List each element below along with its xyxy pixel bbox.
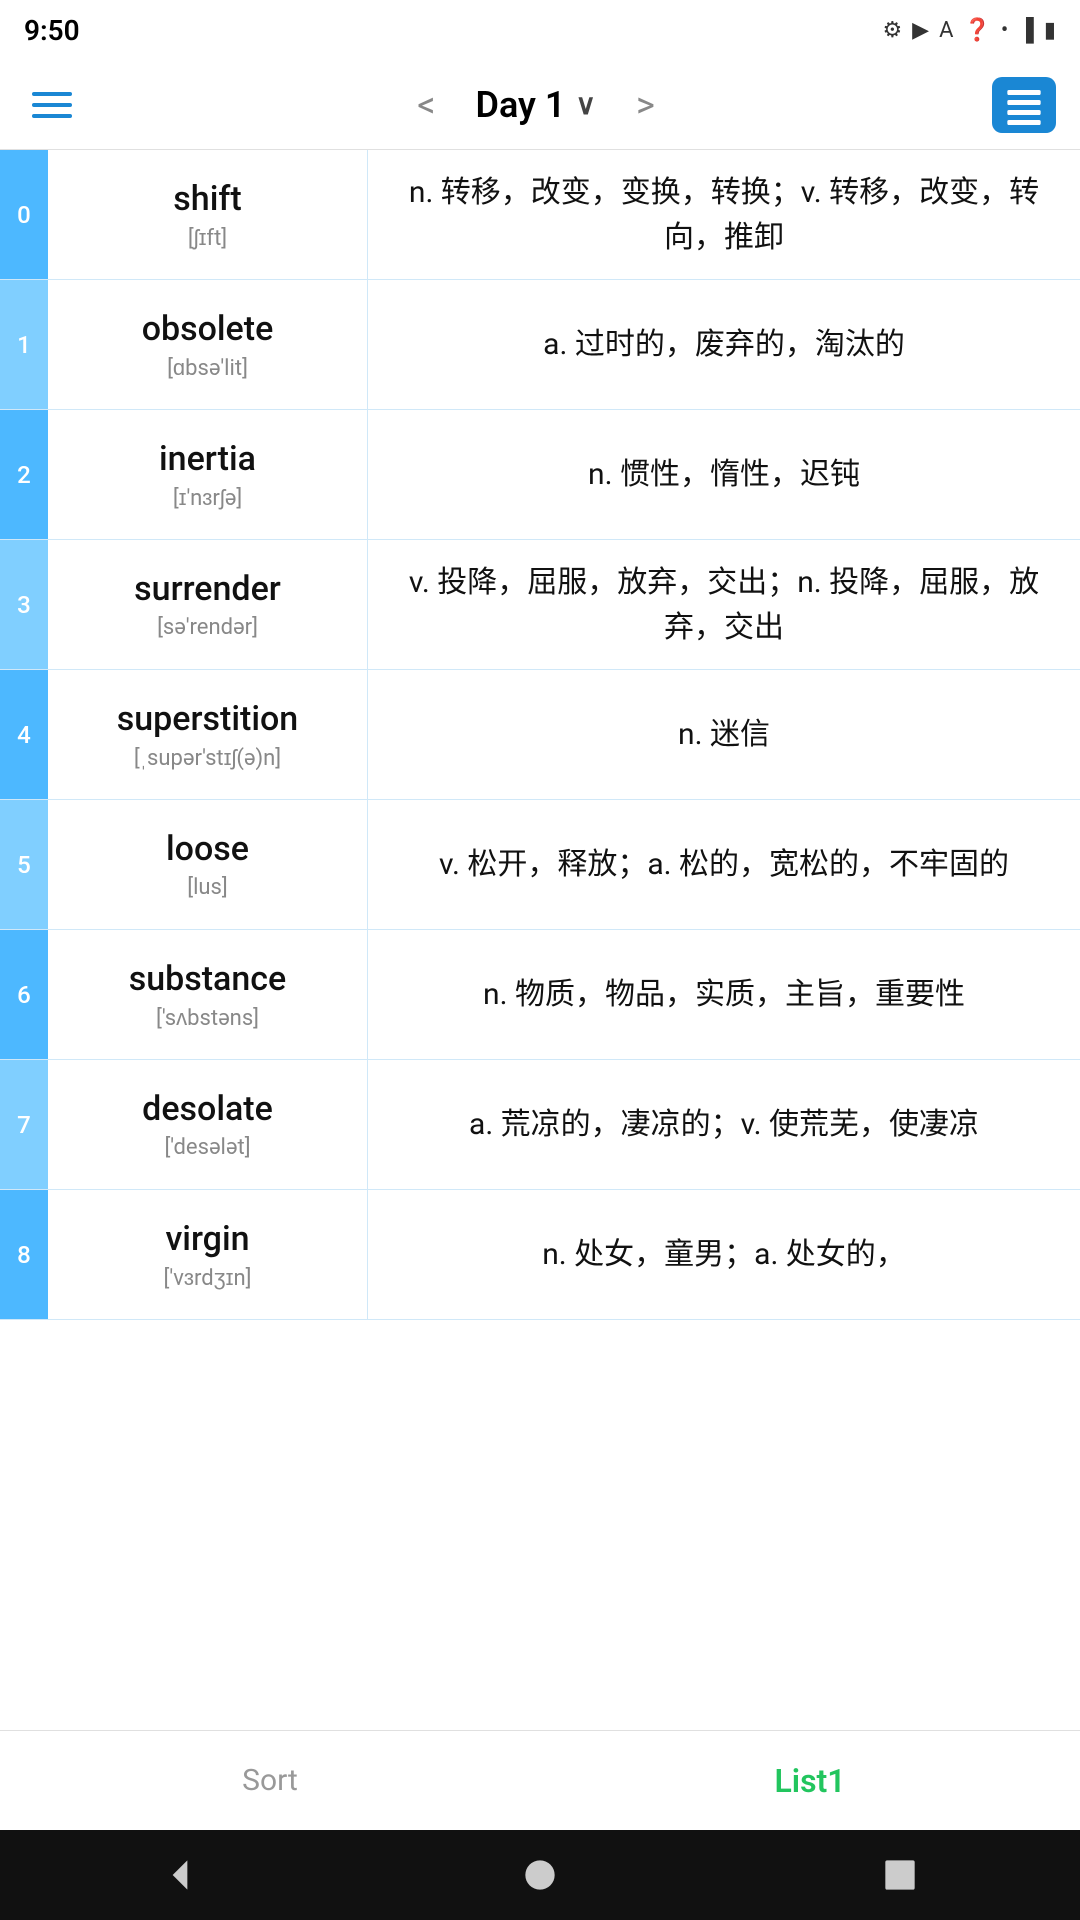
back-button[interactable] bbox=[158, 1853, 202, 1897]
table-row[interactable]: 3 surrender [sə'rendər] v. 投降，屈服，放弃，交出；n… bbox=[0, 540, 1080, 670]
table-row[interactable]: 6 substance ['sʌbstəns] n. 物质，物品，实质，主旨，重… bbox=[0, 930, 1080, 1060]
status-bar: 9:50 ⚙ ▶ A ❓ • ▐ ▮ bbox=[0, 0, 1080, 60]
word-phonetic: [lus] bbox=[187, 875, 228, 900]
table-row[interactable]: 2 inertia [ɪ'nɜrʃə] n. 惯性，惰性，迟钝 bbox=[0, 410, 1080, 540]
toolbar: < Day 1 ∨ > bbox=[0, 60, 1080, 150]
nav-bar bbox=[0, 1830, 1080, 1920]
list1-label: List1 bbox=[774, 1762, 845, 1800]
word-info: loose [lus] bbox=[48, 800, 368, 929]
word-info: substance ['sʌbstəns] bbox=[48, 930, 368, 1059]
home-button[interactable] bbox=[518, 1853, 562, 1897]
menu-button[interactable] bbox=[24, 84, 80, 126]
next-button[interactable]: > bbox=[626, 84, 665, 126]
status-time: 9:50 bbox=[24, 14, 80, 47]
word-index: 6 bbox=[0, 930, 48, 1059]
battery-icon: ▮ bbox=[1044, 18, 1056, 43]
word-definition: n. 转移，改变，变换，转换；v. 转移，改变，转向，推卸 bbox=[368, 150, 1080, 279]
recent-icon bbox=[878, 1853, 922, 1897]
word-info: surrender [sə'rendər] bbox=[48, 540, 368, 669]
word-index: 4 bbox=[0, 670, 48, 799]
word-english: superstition bbox=[117, 699, 298, 739]
word-phonetic: ['sʌbstəns] bbox=[156, 1005, 259, 1031]
word-english: desolate bbox=[142, 1089, 273, 1129]
word-index: 5 bbox=[0, 800, 48, 929]
word-phonetic: [sə'rendər] bbox=[157, 615, 258, 640]
word-definition: n. 物质，物品，实质，主旨，重要性 bbox=[368, 930, 1080, 1059]
dot-icon: • bbox=[1001, 18, 1008, 43]
tab-sort[interactable]: Sort bbox=[0, 1731, 540, 1830]
word-index: 8 bbox=[0, 1190, 48, 1319]
sort-label: Sort bbox=[242, 1763, 298, 1798]
signal-icon: ▐ bbox=[1018, 17, 1034, 43]
table-row[interactable]: 7 desolate ['desələt] a. 荒凉的，凄凉的；v. 使荒芜，… bbox=[0, 1060, 1080, 1190]
tab-list1[interactable]: List1 bbox=[540, 1731, 1080, 1830]
word-english: shift bbox=[173, 179, 241, 219]
word-info: virgin ['vɜrdʒɪn] bbox=[48, 1190, 368, 1319]
word-index: 0 bbox=[0, 150, 48, 279]
word-definition: v. 松开，释放；a. 松的，宽松的，不牢固的 bbox=[368, 800, 1080, 929]
word-index: 3 bbox=[0, 540, 48, 669]
menu-line-2 bbox=[32, 103, 72, 107]
table-row[interactable]: 4 superstition [ˌsupər'stɪʃ(ə)n] n. 迷信 bbox=[0, 670, 1080, 800]
word-index: 2 bbox=[0, 410, 48, 539]
word-english: inertia bbox=[159, 439, 256, 479]
word-definition: n. 迷信 bbox=[368, 670, 1080, 799]
word-english: surrender bbox=[134, 569, 281, 609]
recent-button[interactable] bbox=[878, 1853, 922, 1897]
font-icon: A bbox=[939, 18, 953, 43]
word-english: loose bbox=[166, 829, 249, 869]
word-list: 0 shift [ʃɪft] n. 转移，改变，变换，转换；v. 转移，改变，转… bbox=[0, 150, 1080, 1730]
prev-button[interactable]: < bbox=[407, 84, 445, 126]
word-info: inertia [ɪ'nɜrʃə] bbox=[48, 410, 368, 539]
list-view-icon bbox=[1004, 85, 1044, 125]
chevron-down-icon: ∨ bbox=[575, 88, 596, 121]
word-index: 7 bbox=[0, 1060, 48, 1189]
word-index: 1 bbox=[0, 280, 48, 409]
word-definition: n. 惯性，惰性，迟钝 bbox=[368, 410, 1080, 539]
table-row[interactable]: 8 virgin ['vɜrdʒɪn] n. 处女，童男；a. 处女的， bbox=[0, 1190, 1080, 1320]
word-english: obsolete bbox=[142, 309, 274, 349]
word-definition: n. 处女，童男；a. 处女的， bbox=[368, 1190, 1080, 1319]
menu-line-3 bbox=[32, 114, 72, 118]
toolbar-center: < Day 1 ∨ > bbox=[407, 84, 665, 126]
settings-icon: ⚙ bbox=[882, 18, 902, 43]
word-definition: a. 过时的，废弃的，淘汰的 bbox=[368, 280, 1080, 409]
status-icons: ⚙ ▶ A ❓ • ▐ ▮ bbox=[882, 17, 1056, 43]
home-icon bbox=[518, 1853, 562, 1897]
bottom-tabs: Sort List1 bbox=[0, 1730, 1080, 1830]
table-row[interactable]: 1 obsolete [ɑbsə'lit] a. 过时的，废弃的，淘汰的 bbox=[0, 280, 1080, 410]
word-phonetic: [ɪ'nɜrʃə] bbox=[173, 485, 242, 511]
word-definition: v. 投降，屈服，放弃，交出；n. 投降，屈服，放弃，交出 bbox=[368, 540, 1080, 669]
word-english: substance bbox=[129, 959, 287, 999]
table-row[interactable]: 0 shift [ʃɪft] n. 转移，改变，变换，转换；v. 转移，改变，转… bbox=[0, 150, 1080, 280]
menu-line-1 bbox=[32, 92, 72, 96]
play-icon: ▶ bbox=[912, 18, 929, 43]
wifi-icon: ❓ bbox=[963, 18, 990, 43]
word-info: obsolete [ɑbsə'lit] bbox=[48, 280, 368, 409]
word-phonetic: [ˌsupər'stɪʃ(ə)n] bbox=[134, 745, 281, 771]
word-info: desolate ['desələt] bbox=[48, 1060, 368, 1189]
word-phonetic: ['desələt] bbox=[164, 1135, 250, 1160]
back-icon bbox=[158, 1853, 202, 1897]
word-info: shift [ʃɪft] bbox=[48, 150, 368, 279]
list-view-button[interactable] bbox=[992, 77, 1056, 133]
word-info: superstition [ˌsupər'stɪʃ(ə)n] bbox=[48, 670, 368, 799]
word-english: virgin bbox=[165, 1219, 249, 1259]
word-definition: a. 荒凉的，凄凉的；v. 使荒芜，使凄凉 bbox=[368, 1060, 1080, 1189]
toolbar-title-text: Day 1 bbox=[476, 84, 566, 126]
day-selector[interactable]: Day 1 ∨ bbox=[476, 84, 596, 126]
word-phonetic: ['vɜrdʒɪn] bbox=[164, 1265, 252, 1291]
table-row[interactable]: 5 loose [lus] v. 松开，释放；a. 松的，宽松的，不牢固的 bbox=[0, 800, 1080, 930]
word-phonetic: [ɑbsə'lit] bbox=[167, 355, 248, 381]
word-phonetic: [ʃɪft] bbox=[188, 225, 227, 251]
